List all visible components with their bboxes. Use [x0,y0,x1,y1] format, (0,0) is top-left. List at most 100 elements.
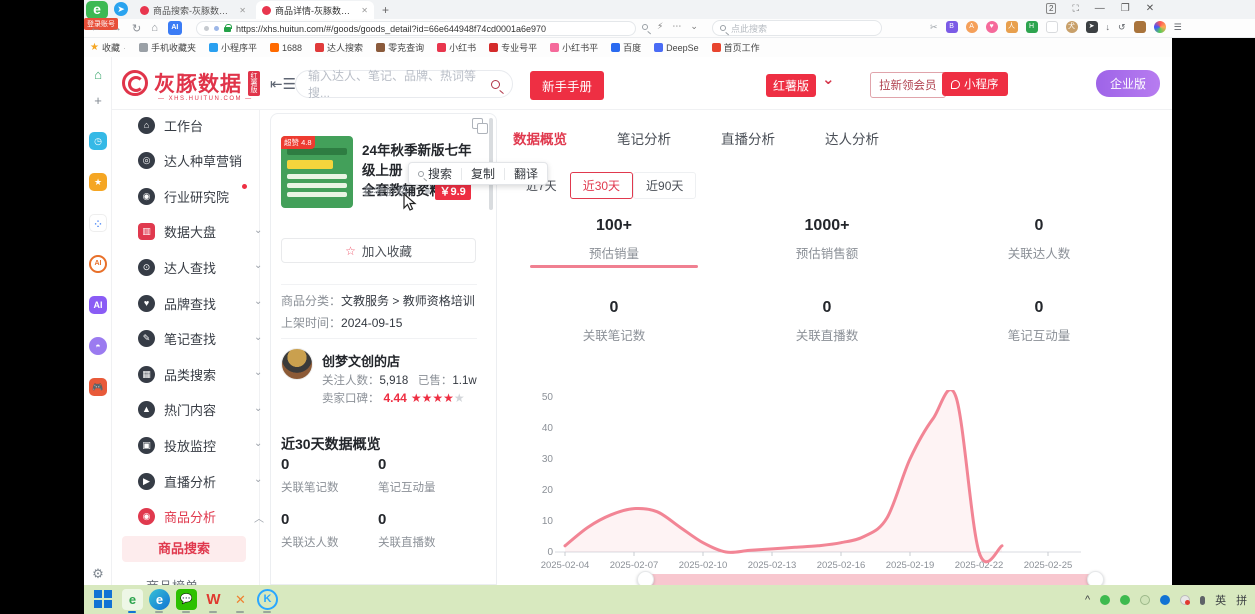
enterprise-button[interactable]: 企业版 [1096,70,1160,97]
browser-tab[interactable]: 商品详情-灰豚数据红薯版✕ [256,1,374,19]
scissors-icon[interactable]: ✂ [930,22,938,33]
taskbar-wps-icon[interactable]: W [203,589,224,610]
new-tab-button[interactable]: + [382,3,389,17]
strip-app-game-icon[interactable]: 🎮 [89,378,107,396]
bookmark-item[interactable]: 1688 [270,43,302,53]
tray-green-icon[interactable] [1120,595,1130,605]
maximize-button[interactable]: ❐ [1121,3,1130,14]
search-icon[interactable] [491,80,500,89]
more-icon[interactable]: ⋯ [672,21,681,32]
detail-tab-笔记分析[interactable]: 笔记分析 [617,128,671,148]
extension-icon[interactable] [1046,21,1058,33]
shop-name[interactable]: 创梦文创的店 [322,351,400,370]
detail-tab-数据概览[interactable]: 数据概览 [513,128,567,148]
strip-app-purple-icon[interactable]: ◓ [89,337,107,355]
context-copy-item[interactable]: 复制 [462,165,504,182]
browser-search-box[interactable]: 点此搜索 [712,20,882,36]
app-search-input[interactable]: 输入达人、笔记、品牌、热词等搜... [295,70,513,98]
strip-app-dots-icon[interactable]: ⁘ [89,214,107,232]
sidebar-item-6[interactable]: ✎笔记查找⌄ [138,328,256,350]
downloads-icon[interactable]: ↓ [1106,22,1111,32]
range-button[interactable]: 近30天 [570,172,633,199]
bookmark-item[interactable]: 小红书平 [550,41,598,54]
extension-icon[interactable]: ♥ [986,21,998,33]
product-image[interactable]: 超赞 4.8 [281,136,353,208]
tray-mic-icon[interactable] [1200,596,1205,605]
shop-avatar[interactable] [281,348,313,380]
menu-icon[interactable]: ☰ [1174,22,1182,33]
extension-icon[interactable]: H [1026,21,1038,33]
bookmark-item[interactable]: 百度 [611,41,641,54]
sidebar-item-2[interactable]: ◉行业研究院 [138,185,256,207]
browser-tab[interactable]: 商品搜索-灰豚数据红薯版✕ [134,1,252,19]
context-search-item[interactable]: 搜索 [409,165,461,182]
sidebar-item-5[interactable]: ♥品牌查找⌄ [138,292,256,314]
main-stat[interactable]: 0笔记互动量 [959,299,1119,344]
taskbar-wechat-icon[interactable]: 💬 [176,589,197,610]
strip-home-icon[interactable]: ⌂ [89,66,107,84]
version-badge[interactable]: 红薯版 [766,74,816,97]
sidebar-item-7[interactable]: ▦品类搜索⌄ [138,363,256,385]
image-compare-icon[interactable] [477,123,488,134]
tray-green-icon[interactable] [1100,595,1110,605]
main-stat[interactable]: 1000+预估销售额 [747,217,907,262]
bookmark-item[interactable]: 小红书 [437,41,476,54]
tab-count-badge[interactable]: 2 [1046,3,1056,14]
pin-extension-icon[interactable]: ➤ [1086,21,1098,33]
sidebar-item-4[interactable]: ⊙达人查找⌄ [138,256,256,278]
browser-logo[interactable]: e [86,1,108,19]
extension-icon[interactable]: 犬 [1066,21,1078,33]
back-button[interactable]: ← [90,22,101,34]
chevron-down-icon[interactable]: ⌄ [690,21,698,32]
history-icon[interactable]: ↺ [1118,22,1126,33]
zoom-page-icon[interactable] [642,24,648,30]
bookmark-item[interactable]: 小程序平 [209,41,257,54]
extension-icon[interactable]: B [946,21,958,33]
extension-icon[interactable]: A [966,21,978,33]
ai-assistant-icon[interactable]: AI [168,21,182,35]
invite-member-button[interactable]: 拉新领会员 [870,72,946,98]
strip-app-ai-ring-icon[interactable]: AI [89,255,107,273]
main-stat[interactable]: 0关联直播数 [747,299,907,344]
bag-icon[interactable] [1134,21,1146,33]
wardrobe-icon[interactable]: ⛶ [1072,3,1078,14]
bookmark-item[interactable]: 零克查询 [376,41,424,54]
range-button[interactable]: 近90天 [633,172,696,199]
version-chevron-icon[interactable]: ⌄ [822,70,835,88]
address-bar[interactable]: https://xhs.huitun.com/#/goods/goods_det… [196,21,636,36]
sidebar-item-8[interactable]: ▲热门内容⌄ [138,399,256,421]
tray-pale-icon[interactable] [1140,595,1150,605]
messenger-icon[interactable]: ➤ [114,2,128,16]
bookmark-item[interactable]: 专业号平 [489,41,537,54]
main-stat[interactable]: 0关联达人数 [959,217,1119,262]
detail-tab-直播分析[interactable]: 直播分析 [721,128,775,148]
sidebar-item-10[interactable]: ▶直播分析⌄ [138,470,256,492]
sidebar-item-3[interactable]: ▥数据大盘⌄ [138,221,256,243]
reload-button[interactable]: ↻ [132,22,141,35]
home-button[interactable]: ⌂ [151,22,158,34]
tray-lang-pinyin[interactable]: 拼 [1236,592,1247,608]
sidebar-item-0[interactable]: ⌂工作台 [138,114,256,136]
add-favorite-button[interactable]: ☆ 加入收藏 [281,238,476,263]
context-translate-item[interactable]: 翻译 [505,165,547,182]
taskbar-e-browser-icon[interactable]: e [122,589,143,610]
bookmark-item[interactable]: 达人搜索 [315,41,363,54]
taskbar-edge-icon[interactable]: e [149,589,170,610]
start-button[interactable] [94,590,112,608]
minimize-button[interactable]: — [1095,3,1105,14]
detail-tab-达人分析[interactable]: 达人分析 [825,128,879,148]
main-stat[interactable]: 0关联笔记数 [534,299,694,344]
extension-icon[interactable]: 人 [1006,21,1018,33]
strip-add-icon[interactable]: + [89,92,107,110]
strip-app-ai-icon[interactable]: AI [89,296,107,314]
tray-lang-en[interactable]: 英 [1215,592,1226,608]
sidebar-item-9[interactable]: ▣投放监控⌄ [138,434,256,456]
strip-app-star-icon[interactable]: ★ [89,173,107,191]
handbook-button[interactable]: 新手手册 [530,71,604,100]
tab-close-icon[interactable]: ✕ [361,6,368,15]
sidebar-collapse-icon[interactable]: ⇤☰ [270,75,296,93]
strip-settings-icon[interactable]: ⚙ [89,565,107,583]
bookmark-item[interactable]: 首页工作 [712,41,760,54]
taskbar-k-app-icon[interactable]: K [257,589,278,610]
sales-trend-chart[interactable]: 010203040502025-02-042025-02-072025-02-1… [495,390,1172,590]
